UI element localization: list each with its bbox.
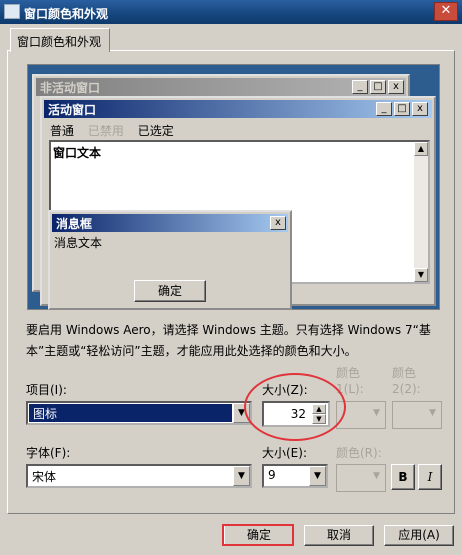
item-selected-value: 图标 [29, 404, 232, 422]
window-text: 窗口文本 [53, 146, 102, 160]
font-color-button[interactable]: ▼ [336, 464, 386, 492]
font-dropdown-icon[interactable]: ▼ [233, 466, 250, 486]
preview-menu-bar: 普通 已禁用 已选定 [50, 122, 184, 138]
window-title: 窗口颜色和外观 [24, 7, 109, 21]
tab-window-color[interactable]: 窗口颜色和外观 [10, 28, 110, 52]
close-button[interactable]: ✕ [434, 2, 458, 21]
apply-button[interactable]: 应用(A) [384, 525, 454, 546]
active-window-title: 活动窗口 [44, 100, 432, 118]
active-maximize-icon: □ [394, 102, 410, 116]
message-close-icon: x [270, 216, 286, 230]
inactive-maximize-icon: □ [370, 80, 386, 94]
inactive-window-title: 非活动窗口 [36, 78, 406, 96]
font-label: 字体(F): [26, 446, 71, 460]
inactive-close-icon: x [388, 80, 404, 94]
menu-disabled[interactable]: 已禁用 [88, 124, 124, 138]
font-size-label: 大小(E): [262, 446, 307, 460]
message-box-title: 消息框 [52, 214, 288, 232]
italic-button[interactable]: I [418, 464, 442, 490]
menu-normal[interactable]: 普通 [50, 124, 74, 138]
scroll-down-icon[interactable]: ▼ [414, 268, 428, 282]
ok-highlight-box [222, 524, 294, 546]
cancel-button[interactable]: 取消 [304, 525, 374, 546]
aero-info-text: 要启用 Windows Aero，请选择 Windows 主题。只有选择 Win… [26, 323, 431, 358]
font-color-label: 颜色(R): [336, 446, 382, 460]
color2-button[interactable]: ▼ [392, 401, 442, 429]
font-value: 宋体 [32, 470, 57, 484]
font-size-value: 9 [268, 468, 276, 482]
preview-ok-button[interactable]: 确定 [134, 280, 206, 302]
font-select[interactable]: 宋体 ▼ [26, 464, 252, 488]
app-icon [4, 4, 20, 19]
font-size-select[interactable]: 9 ▼ [262, 464, 328, 488]
inactive-minimize-icon: _ [352, 80, 368, 94]
font-color-dropdown-icon: ▼ [373, 471, 380, 481]
item-label: 项目(I): [26, 383, 67, 397]
message-text: 消息文本 [54, 236, 103, 250]
color1-label: 颜色 1(L): [336, 366, 364, 396]
active-minimize-icon: _ [376, 102, 392, 116]
bold-button[interactable]: B [391, 464, 415, 490]
color2-label: 颜色 2(2): [392, 366, 421, 396]
item-select[interactable]: 图标 ▼ [26, 401, 252, 425]
title-bar: 窗口颜色和外观 ✕ [0, 0, 462, 24]
message-box-preview[interactable]: 消息框 x 消息文本 确定 [48, 210, 292, 310]
color2-dropdown-icon: ▼ [429, 408, 436, 418]
scroll-up-icon[interactable]: ▲ [414, 142, 428, 156]
preview-scrollbar[interactable]: ▲ ▼ [414, 142, 428, 282]
size-highlight-circle [244, 373, 346, 441]
font-size-dropdown-icon[interactable]: ▼ [309, 466, 326, 486]
menu-selected[interactable]: 已选定 [138, 124, 174, 138]
color1-dropdown-icon: ▼ [373, 408, 380, 418]
active-close-icon: x [412, 102, 428, 116]
